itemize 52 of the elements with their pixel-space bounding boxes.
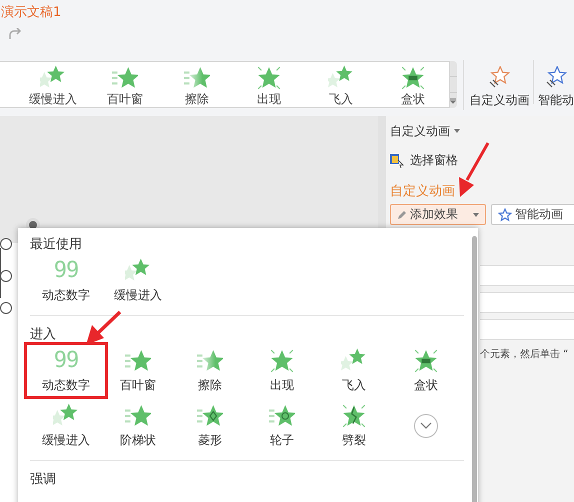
gallery-item[interactable]: 飞入 (305, 62, 377, 107)
animation-list-row[interactable] (480, 319, 574, 340)
effect-item[interactable]: 99 动态数字 (30, 348, 102, 393)
effect-item[interactable]: 阶梯状 (102, 403, 174, 448)
hint-text: 个元素，然后单击 “ (480, 348, 568, 361)
effect-item[interactable]: 99 动态数字 (30, 258, 102, 303)
effect-item[interactable]: 菱形 (174, 403, 246, 448)
group-title: 最近使用 (30, 236, 83, 253)
annotation-arrow (459, 142, 490, 197)
effect-item[interactable]: 飞入 (318, 348, 390, 393)
digits-icon: 99 (54, 348, 78, 374)
gallery-item[interactable]: 出现 (233, 62, 305, 107)
effect-item[interactable]: 缓慢进入 (102, 258, 174, 303)
selection-pane-icon (390, 154, 404, 168)
star-icon (498, 208, 512, 222)
custom-animation-button[interactable]: 自定义动画 (469, 60, 530, 108)
add-effect-button[interactable]: 添加效果 (390, 204, 486, 225)
section-title: 自定义动画 (390, 183, 456, 201)
animation-list-row[interactable] (480, 265, 574, 286)
smart-animation-button[interactable]: 智能动画 (491, 204, 574, 225)
digits-icon: 99 (54, 258, 78, 284)
gallery-item[interactable]: 擦除 (161, 62, 233, 107)
gallery-item[interactable]: 缓慢进入 (17, 62, 89, 107)
smart-animation-button[interactable]: 智能动 (538, 60, 574, 108)
annotation-arrow (86, 310, 122, 345)
star-icon (544, 66, 568, 90)
effect-item[interactable]: 擦除 (174, 348, 246, 393)
effect-item[interactable]: 缓慢进入 (30, 403, 102, 448)
document-title: 演示文稿1 (1, 4, 62, 22)
star-icon (400, 65, 426, 91)
resize-handle[interactable] (0, 238, 12, 250)
chevron-icon (420, 422, 432, 430)
effect-item[interactable]: 轮子 (246, 403, 318, 448)
star-icon (487, 66, 512, 90)
group-title: 进入 (30, 326, 57, 343)
effect-item[interactable]: 出现 (246, 348, 318, 393)
pane-title[interactable]: 自定义动画 (390, 122, 450, 140)
star-icon (256, 65, 282, 91)
gallery-item[interactable]: 盒状 (377, 62, 449, 107)
pencil-icon (397, 210, 407, 220)
effect-item[interactable]: 百叶窗 (102, 348, 174, 393)
star-icon (269, 348, 295, 374)
star-icon (341, 403, 367, 429)
effect-item[interactable]: 盒状 (390, 348, 462, 393)
gallery-item[interactable]: 百叶窗 (89, 62, 161, 107)
animation-list-row[interactable] (480, 292, 574, 313)
selection-pane-link[interactable]: 选择窗格 (410, 152, 458, 169)
group-title: 强调 (30, 471, 57, 488)
star-icon (413, 348, 439, 374)
redo-icon[interactable] (8, 28, 22, 40)
expand-button[interactable] (414, 414, 438, 438)
effect-item[interactable]: 劈裂 (318, 403, 390, 448)
